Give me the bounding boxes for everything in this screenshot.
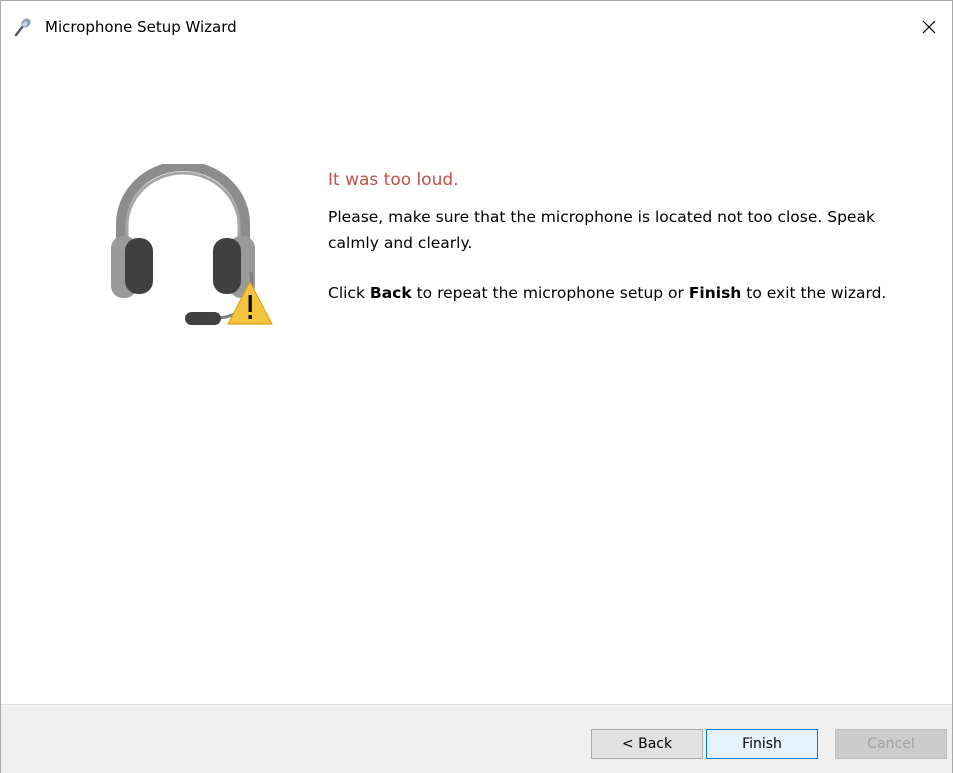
wizard-window: Microphone Setup Wizard It was too loud.… <box>0 0 953 773</box>
cancel-button: Cancel <box>835 729 947 759</box>
navigation-hint: Click Back to repeat the microphone setu… <box>328 284 887 302</box>
back-button[interactable]: < Back <box>591 729 703 759</box>
close-button[interactable] <box>906 1 952 53</box>
button-bar: < Back Finish Cancel <box>1 704 952 773</box>
close-icon <box>922 20 936 34</box>
status-heading: It was too loud. <box>328 170 459 190</box>
microphone-icon <box>13 17 33 37</box>
window-title: Microphone Setup Wizard <box>45 18 237 36</box>
finish-keyword: Finish <box>688 284 742 302</box>
message-panel: It was too loud. Please, make sure that … <box>328 168 888 306</box>
back-keyword: Back <box>369 284 412 302</box>
title-bar: Microphone Setup Wizard <box>1 1 952 53</box>
headset-icon <box>107 161 282 329</box>
instruction-text: Please, make sure that the microphone is… <box>328 208 875 252</box>
finish-button[interactable]: Finish <box>706 729 818 759</box>
